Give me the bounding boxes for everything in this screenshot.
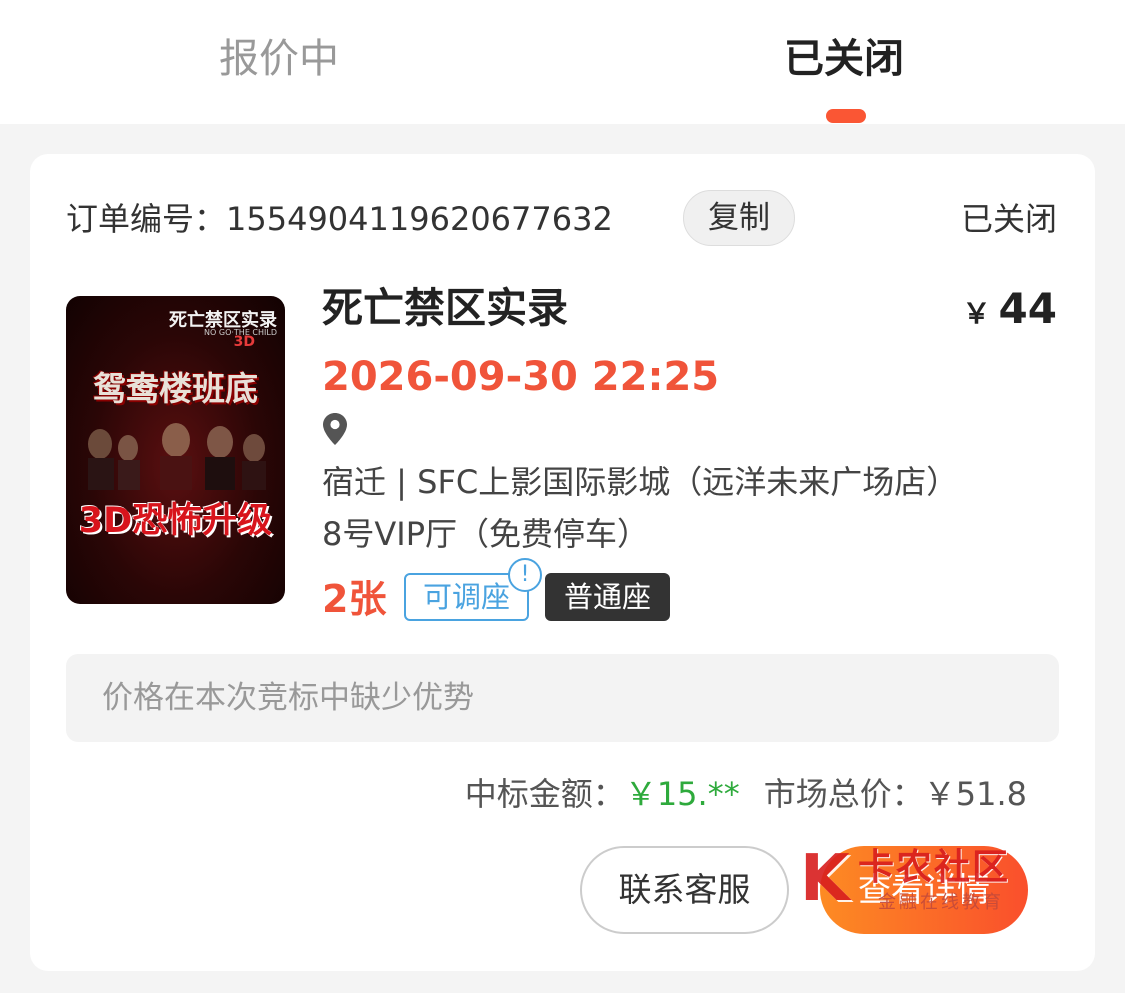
- seat-type-tag: 普通座: [545, 573, 670, 621]
- ticket-quantity: 2张: [322, 577, 387, 621]
- order-status: 已关闭: [960, 200, 1057, 238]
- contact-service-button[interactable]: 联系客服: [580, 846, 789, 934]
- price-currency: ￥: [962, 297, 991, 330]
- winning-amount-label: 中标金额：: [464, 775, 625, 813]
- tab-closed[interactable]: 已关闭: [784, 30, 904, 88]
- ticket-price: ￥ 44: [963, 281, 1057, 346]
- close-reason: 价格在本次竞标中缺少优势: [66, 654, 1059, 742]
- tab-quoting[interactable]: 报价中: [219, 30, 339, 88]
- price-value: 44: [998, 284, 1057, 333]
- poster-tagline: 3D恐怖升级: [78, 501, 273, 541]
- location-pin-icon: [323, 413, 347, 445]
- copy-button[interactable]: 复制: [683, 190, 795, 246]
- market-price-value: ￥51.8: [923, 775, 1027, 813]
- poster-3d-badge: 3D: [233, 334, 255, 350]
- winning-amount-value: ￥15.**: [624, 775, 740, 813]
- venue-info: 宿迁 | SFC上影国际影城（远洋未来广场店）: [322, 407, 982, 507]
- hall-info: 8号VIP厅（免费停车）: [322, 515, 649, 553]
- active-tab-indicator: [826, 109, 866, 123]
- order-card: 订单编号：1554904119620677632 复制 已关闭 死亡禁区实录 N…: [30, 154, 1095, 971]
- venue-text: 宿迁 | SFC上影国际影城（远洋未来广场店）: [322, 463, 959, 501]
- view-details-button[interactable]: 查看详情: [820, 846, 1028, 934]
- movie-poster[interactable]: 死亡禁区实录 NO GO·THE CHILD 3D 鸳鸯楼班底 3D恐怖升级: [66, 296, 285, 604]
- showtime: 2026-09-30 22:25: [322, 354, 720, 400]
- amount-summary: 中标金额：￥15.** 市场总价：￥51.8: [465, 771, 1027, 817]
- poster-headline: 鸳鸯楼班底: [93, 369, 258, 408]
- status-tabs: 报价中 已关闭: [0, 0, 1125, 124]
- poster-cast-image: [88, 423, 266, 490]
- market-price-label: 市场总价：: [763, 775, 924, 813]
- movie-title: 死亡禁区实录: [322, 284, 568, 332]
- order-number: 订单编号：1554904119620677632: [66, 200, 613, 238]
- info-icon[interactable]: !: [508, 558, 542, 592]
